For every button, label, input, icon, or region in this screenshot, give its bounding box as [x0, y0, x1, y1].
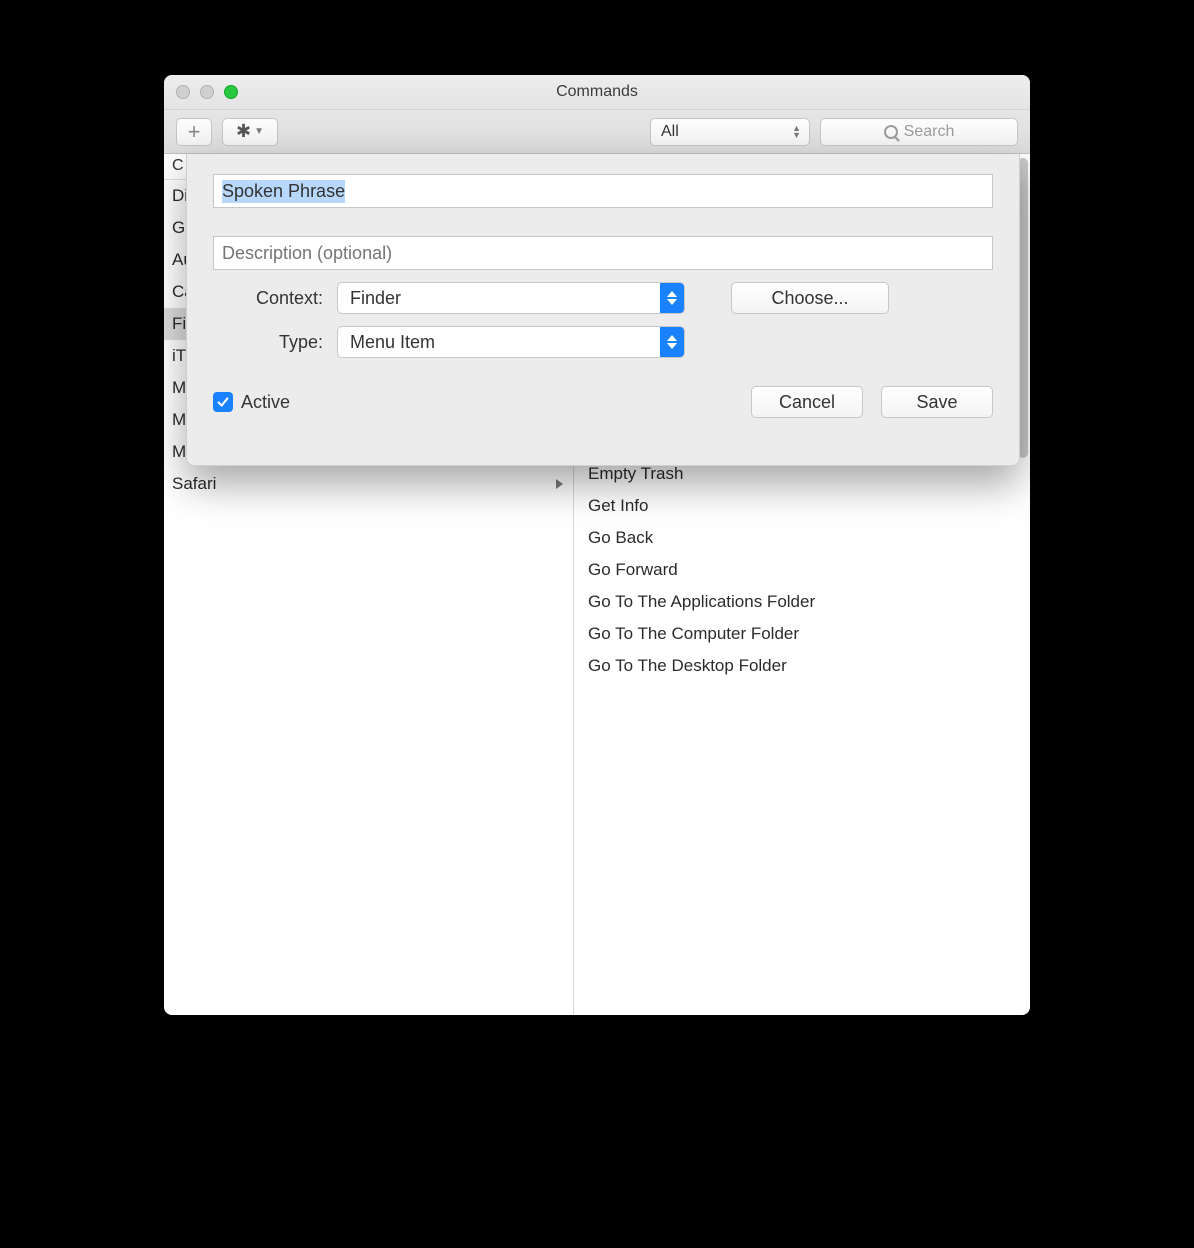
- commands-window: Commands + ✱ ▼ All ▲▼ Search C DiGlAuCaF…: [164, 75, 1030, 1015]
- search-placeholder: Search: [904, 123, 955, 141]
- filter-select-value: All: [661, 123, 679, 141]
- active-checkbox-row: Active: [213, 392, 290, 413]
- plus-icon: +: [188, 119, 201, 145]
- type-select-value: Menu Item: [350, 332, 435, 353]
- select-arrows-icon: [660, 282, 684, 314]
- command-row[interactable]: Get Info: [574, 490, 1030, 522]
- spoken-phrase-input[interactable]: Spoken Phrase: [213, 174, 993, 208]
- choose-button[interactable]: Choose...: [731, 282, 889, 314]
- category-label: iT: [172, 346, 186, 366]
- check-icon: [216, 395, 230, 409]
- zoom-window-button[interactable]: [224, 85, 238, 99]
- command-row[interactable]: Go To The Applications Folder: [574, 586, 1030, 618]
- select-arrows-icon: [660, 326, 684, 358]
- edit-command-sheet: Spoken Phrase Context: Finder Choose... …: [186, 154, 1020, 466]
- context-label: Context:: [213, 288, 323, 309]
- chevron-right-icon: [556, 479, 563, 489]
- category-label: M: [172, 410, 186, 430]
- context-select[interactable]: Finder: [337, 282, 685, 314]
- add-button[interactable]: +: [176, 118, 212, 146]
- titlebar: Commands: [164, 75, 1030, 110]
- category-row[interactable]: Safari: [164, 468, 573, 500]
- close-window-button[interactable]: [176, 85, 190, 99]
- type-select[interactable]: Menu Item: [337, 326, 685, 358]
- window-title: Commands: [164, 83, 1030, 101]
- save-button[interactable]: Save: [881, 386, 993, 418]
- description-input[interactable]: [213, 236, 993, 270]
- command-row[interactable]: Go Forward: [574, 554, 1030, 586]
- category-label: M: [172, 378, 186, 398]
- category-label: Fi: [172, 314, 186, 334]
- gear-icon: ✱: [236, 121, 251, 142]
- command-row[interactable]: Go To The Desktop Folder: [574, 650, 1030, 682]
- chevron-down-icon: ▼: [254, 126, 264, 137]
- toolbar: + ✱ ▼ All ▲▼ Search: [164, 110, 1030, 154]
- active-label: Active: [241, 392, 290, 413]
- minimize-window-button[interactable]: [200, 85, 214, 99]
- command-row[interactable]: Go To The Computer Folder: [574, 618, 1030, 650]
- window-controls: [176, 85, 238, 99]
- command-row[interactable]: Go Back: [574, 522, 1030, 554]
- type-label: Type:: [213, 332, 323, 353]
- cancel-button[interactable]: Cancel: [751, 386, 863, 418]
- search-icon: [884, 125, 898, 139]
- action-menu-button[interactable]: ✱ ▼: [222, 118, 278, 146]
- category-label: Safari: [172, 474, 216, 494]
- active-checkbox[interactable]: [213, 392, 233, 412]
- filter-select[interactable]: All ▲▼: [650, 118, 810, 146]
- stepper-icon: ▲▼: [792, 125, 801, 139]
- context-select-value: Finder: [350, 288, 401, 309]
- spoken-phrase-value: Spoken Phrase: [222, 180, 345, 203]
- search-input[interactable]: Search: [820, 118, 1018, 146]
